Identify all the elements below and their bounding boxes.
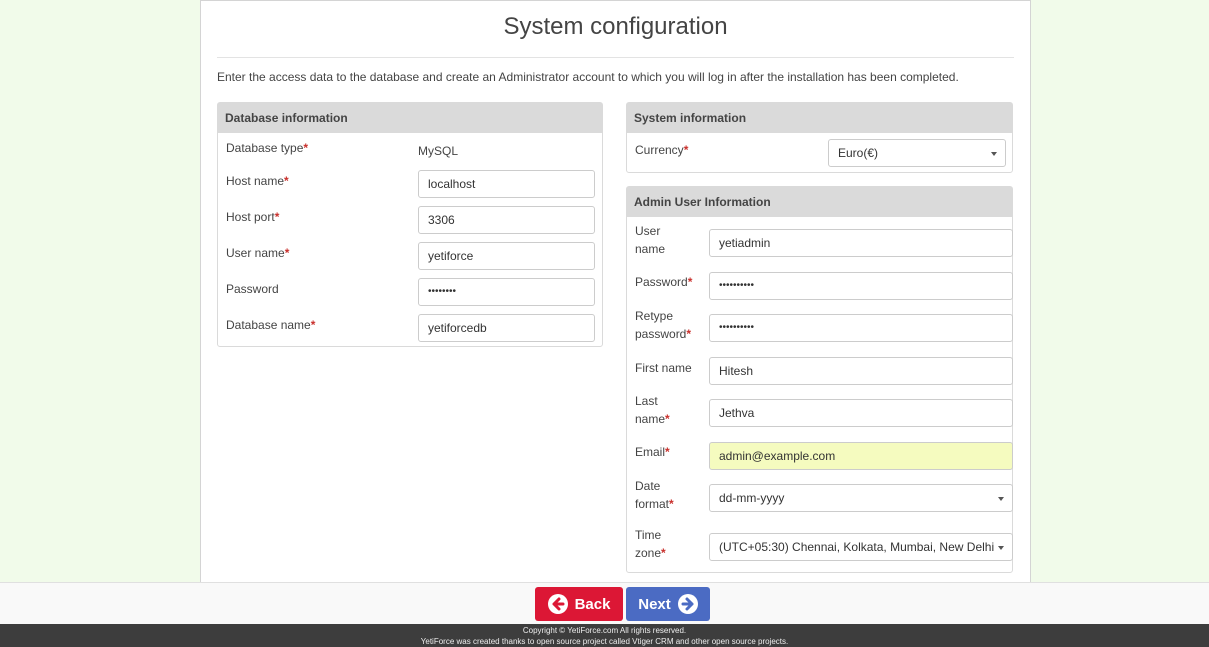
last-name-label: Last name* [635,394,670,426]
host-port-label: Host port* [226,210,280,224]
database-panel-heading: Database information [218,103,602,133]
date-format-label: Date format* [635,479,674,511]
email-input[interactable]: admin@example.com [709,442,1013,470]
system-panel: System information Currency* Euro(€) [626,102,1013,173]
page-title: System configuration [503,13,728,40]
credits-line: YetiForce was created thanks to open sou… [420,637,789,646]
db-password-input[interactable]: •••••••• [418,278,595,306]
admin-username-input[interactable]: yetiadmin [709,229,1013,257]
intro-text: Enter the access data to the database an… [217,70,959,84]
arrow-left-circle-icon [547,594,568,614]
host-port-input[interactable]: 3306 [418,206,595,234]
host-name-input[interactable]: localhost [418,170,595,198]
email-label: Email* [635,445,670,459]
db-password-label: Password [226,282,279,296]
config-page: System configuration Enter the access da… [200,0,1031,582]
first-name-label: First name [635,361,692,375]
admin-password-input[interactable]: •••••••••• [709,272,1013,300]
date-format-select[interactable]: dd-mm-yyyy [709,484,1013,512]
next-button[interactable]: Next [626,587,710,621]
admin-panel-heading: Admin User Information [627,187,1012,217]
arrow-right-circle-icon [677,594,698,614]
db-type-value: MySQL [418,144,459,158]
database-panel: Database information Database type* MySQ… [217,102,603,347]
title-divider [217,57,1014,58]
db-name-label: Database name* [226,318,316,332]
admin-username-label: User name [635,224,666,256]
date-format-value: dd-mm-yyyy [719,491,785,505]
button-bar: Back Next [0,582,1209,624]
admin-panel: Admin User Information User name yetiadmi… [626,186,1013,573]
host-name-label: Host name* [226,174,289,188]
copyright-footer: Copyright © YetiForce.com All rights res… [0,624,1209,647]
system-panel-heading: System information [627,103,1012,133]
next-button-label: Next [638,595,671,613]
db-user-input[interactable]: yetiforce [418,242,595,270]
currency-label: Currency* [635,143,689,157]
caret-down-icon [998,497,1004,501]
retype-password-input[interactable]: •••••••••• [709,314,1013,342]
retype-password-label: Retype password* [635,309,692,341]
caret-down-icon [998,546,1004,550]
currency-select-value: Euro(€) [838,146,879,160]
first-name-input[interactable]: Hitesh [709,357,1013,385]
time-zone-value: (UTC+05:30) Chennai, Kolkata, Mumbai, Ne… [719,540,995,554]
back-button-label: Back [574,595,611,613]
caret-down-icon [991,152,997,156]
time-zone-label: Time zone* [635,528,666,560]
db-name-input[interactable]: yetiforcedb [418,314,595,342]
db-type-label: Database type* [226,141,309,155]
currency-select[interactable]: Euro(€) [828,139,1006,167]
back-button[interactable]: Back [535,587,623,621]
time-zone-select[interactable]: (UTC+05:30) Chennai, Kolkata, Mumbai, Ne… [709,533,1013,561]
last-name-input[interactable]: Jethva [709,399,1013,427]
admin-password-label: Password* [635,275,693,289]
db-user-label: User name* [226,246,290,260]
copyright-line: Copyright © YetiForce.com All rights res… [522,626,687,635]
